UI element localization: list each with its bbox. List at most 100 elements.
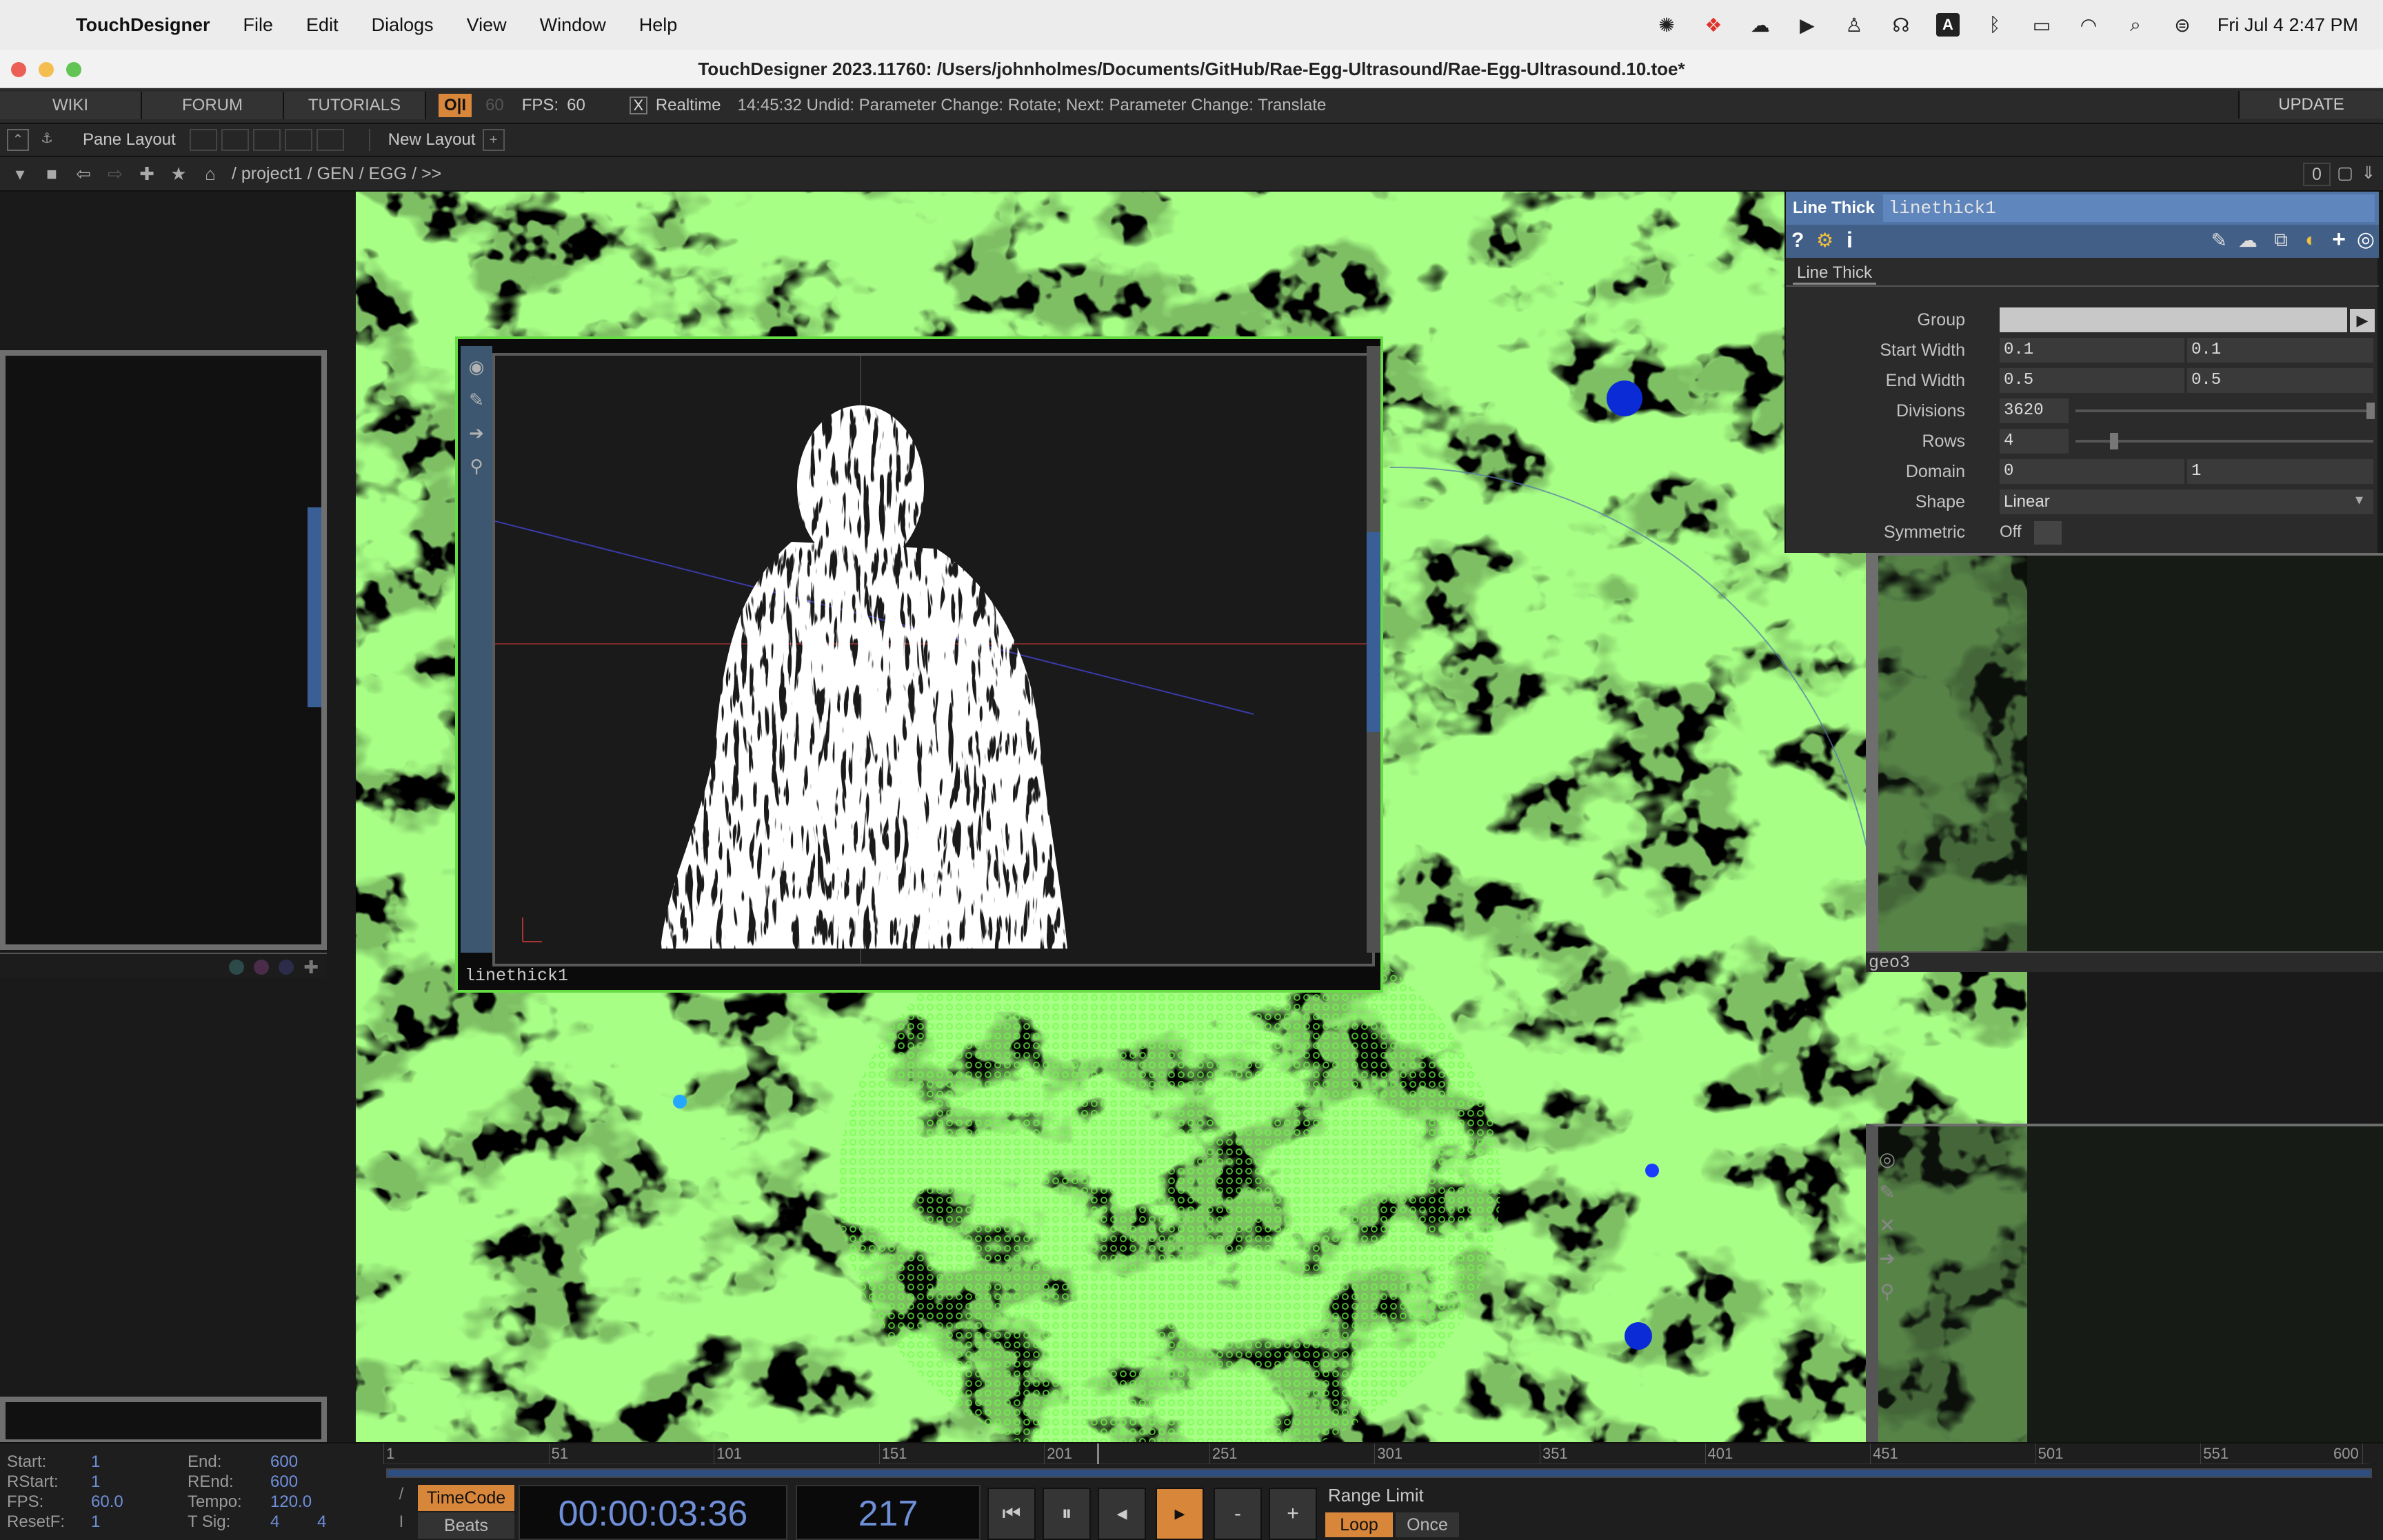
- layout-four-button[interactable]: [316, 129, 344, 151]
- dropbox-icon[interactable]: ❖: [1702, 13, 1725, 37]
- param-tab-line-thick[interactable]: Line Thick: [1793, 263, 1876, 285]
- python-icon[interactable]: ◐: [2305, 229, 2317, 251]
- rows-slider-track[interactable]: [2075, 440, 2373, 443]
- resetf-value[interactable]: 1: [91, 1512, 100, 1532]
- viewer-toggle-icon[interactable]: ◎: [2357, 227, 2375, 252]
- node-name-label[interactable]: linethick1: [465, 966, 568, 986]
- symmetric-toggle[interactable]: [2034, 521, 2062, 545]
- add-flag-icon[interactable]: ✚: [303, 957, 319, 978]
- flag-dot-icon[interactable]: [279, 960, 294, 975]
- fps-cap[interactable]: 60: [485, 96, 504, 115]
- layout-three-button[interactable]: [284, 129, 312, 151]
- layout-split-vertical-button[interactable]: [221, 129, 249, 151]
- home-plus-icon[interactable]: ✚: [135, 162, 159, 185]
- bluetooth-icon[interactable]: ᛒ: [1983, 13, 2007, 37]
- end-value[interactable]: 600: [270, 1452, 298, 1472]
- new-layout-button[interactable]: New Layout: [388, 130, 476, 150]
- divisions-slider-handle[interactable]: [2366, 403, 2375, 419]
- info-icon[interactable]: i: [1847, 227, 1853, 253]
- menu-file[interactable]: File: [243, 14, 274, 36]
- forward-arrow-icon[interactable]: ⇨: [103, 162, 127, 185]
- pencil-icon[interactable]: ✎: [1870, 1176, 1904, 1209]
- clone-icon[interactable]: ⧉: [2274, 229, 2288, 252]
- play-icon[interactable]: ▶: [1796, 13, 1819, 37]
- once-button[interactable]: Once: [1396, 1512, 1459, 1537]
- timecode-mode-button[interactable]: TimeCode: [418, 1485, 514, 1511]
- chatgpt-icon[interactable]: ✺: [1655, 13, 1678, 37]
- accessibility-icon[interactable]: ♙: [1842, 13, 1866, 37]
- menubar-clock[interactable]: Fri Jul 4 2:47 PM: [2218, 14, 2358, 36]
- viewer-scrollbar[interactable]: [1367, 346, 1380, 953]
- geo-node-panel-lower[interactable]: ◎ ✎ ✕ ➔ ⚲: [1866, 1124, 2383, 1442]
- timeline-ruler[interactable]: 1 51 101 151 201 251 301 351 401 451 501 551 600: [383, 1443, 2369, 1464]
- frame-display[interactable]: 217: [796, 1485, 981, 1540]
- apple-icon[interactable]: [28, 13, 51, 37]
- edit-pencil-icon[interactable]: ✎: [2211, 229, 2227, 252]
- anchor-icon[interactable]: ⚓: [36, 129, 58, 151]
- start-width-field-1[interactable]: 0.1: [2000, 338, 2184, 363]
- step-back-button[interactable]: ◂: [1098, 1488, 1146, 1540]
- tutorials-button[interactable]: TUTORIALS: [284, 92, 426, 119]
- perform-mode-toggle[interactable]: O|I: [439, 94, 472, 117]
- group-menu-arrow-icon[interactable]: ▶: [2350, 309, 2375, 332]
- pencil-icon[interactable]: ✎: [461, 383, 492, 416]
- rstart-value[interactable]: 1: [91, 1472, 100, 1492]
- lock-icon[interactable]: ⚲: [461, 449, 492, 483]
- timeline-range-bar[interactable]: [386, 1468, 2372, 1478]
- step-decrement-button[interactable]: -: [1214, 1488, 1262, 1540]
- rewind-to-start-button[interactable]: ⏮: [987, 1488, 1036, 1540]
- add-parameter-icon[interactable]: +: [2332, 226, 2346, 253]
- export-arrow-icon[interactable]: ➔: [461, 416, 492, 449]
- network-monitor-icon[interactable]: ☁: [1749, 13, 1772, 37]
- minimize-window-button[interactable]: [39, 62, 54, 77]
- play-forward-button[interactable]: ▸: [1156, 1488, 1204, 1540]
- tempo-value[interactable]: 120.0: [270, 1492, 312, 1512]
- left-viewer-panel[interactable]: [0, 350, 327, 950]
- end-width-field-2[interactable]: 0.5: [2187, 368, 2373, 393]
- loop-button[interactable]: Loop: [1325, 1512, 1393, 1537]
- timeline-playhead[interactable]: [1096, 1443, 1099, 1464]
- left-bottom-panel[interactable]: [0, 1397, 327, 1442]
- pin-pane-icon[interactable]: ⇓: [2358, 163, 2379, 186]
- layout-single-button[interactable]: [189, 129, 217, 151]
- layout-split-horizontal-button[interactable]: [252, 129, 281, 151]
- tsig-value-a[interactable]: 4: [270, 1512, 279, 1532]
- start-width-field-2[interactable]: 0.1: [2187, 338, 2373, 363]
- wiki-button[interactable]: WIKI: [0, 92, 142, 119]
- group-field[interactable]: [2000, 307, 2347, 332]
- menu-edit[interactable]: Edit: [306, 14, 339, 36]
- export-arrow-icon[interactable]: ➔: [1870, 1242, 1904, 1275]
- viewer-scrollbar-thumb[interactable]: [1367, 532, 1380, 732]
- end-width-field-1[interactable]: 0.5: [2000, 368, 2184, 393]
- menu-dialogs[interactable]: Dialogs: [372, 14, 434, 36]
- bar-toggle-icon[interactable]: I: [388, 1512, 415, 1540]
- start-value[interactable]: 1: [91, 1452, 100, 1472]
- slash-toggle-icon[interactable]: /: [388, 1485, 415, 1512]
- tsig-value-b[interactable]: 4: [317, 1512, 326, 1532]
- beats-mode-button[interactable]: Beats: [418, 1512, 514, 1539]
- chevron-down-icon[interactable]: ▾: [2355, 491, 2363, 509]
- divisions-slider-track[interactable]: [2075, 409, 2373, 412]
- close-window-button[interactable]: [11, 62, 26, 77]
- domain-field-1[interactable]: 0: [2000, 459, 2184, 484]
- chevron-down-icon[interactable]: ▾: [8, 162, 32, 185]
- shape-dropdown[interactable]: Linear: [2000, 489, 2373, 514]
- op-name-field[interactable]: linethick1: [1882, 194, 2375, 222]
- step-increment-button[interactable]: +: [1269, 1488, 1317, 1540]
- geo-node-panel-upper[interactable]: [1866, 553, 2383, 951]
- domain-field-2[interactable]: 1: [2187, 459, 2373, 484]
- rend-value[interactable]: 600: [270, 1472, 298, 1492]
- bypass-icon[interactable]: ✕: [1870, 1209, 1904, 1242]
- sop-3d-viewer[interactable]: [492, 353, 1375, 966]
- bookmark-star-icon[interactable]: ★: [167, 162, 190, 185]
- update-button[interactable]: UPDATE: [2238, 91, 2383, 119]
- divisions-field[interactable]: 3620: [2000, 398, 2069, 423]
- network-path[interactable]: / project1 / GEN / EGG / >>: [232, 164, 441, 184]
- viewer-active-icon[interactable]: ◉: [461, 350, 492, 383]
- flag-dot-icon[interactable]: [254, 960, 269, 975]
- add-layout-button[interactable]: +: [482, 129, 505, 151]
- forum-button[interactable]: FORUM: [142, 92, 284, 119]
- pane-split-icon[interactable]: ⌃: [7, 129, 29, 151]
- zoom-window-button[interactable]: [66, 62, 81, 77]
- rows-field[interactable]: 4: [2000, 429, 2069, 454]
